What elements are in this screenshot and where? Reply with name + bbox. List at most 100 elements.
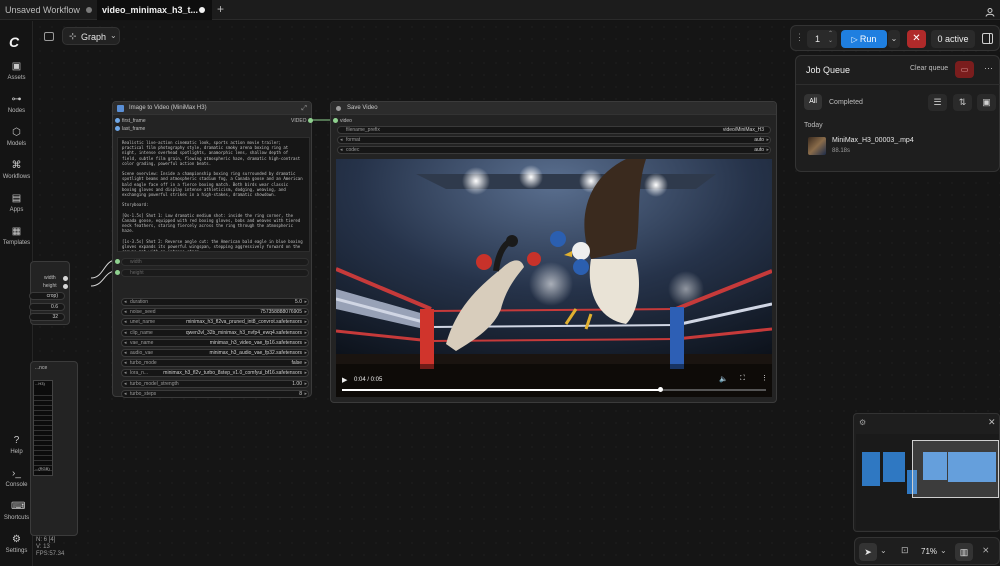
- tool-chevron-icon[interactable]: ⌄: [880, 546, 887, 555]
- zoom-level[interactable]: 71%: [921, 547, 937, 556]
- sidebar-item-help[interactable]: ? Help: [0, 435, 33, 455]
- arrow-right-icon[interactable]: ▸: [304, 340, 307, 346]
- video-progress-bar[interactable]: [342, 387, 766, 392]
- zoom-chevron-icon[interactable]: ⌄: [940, 546, 947, 555]
- more-options-icon[interactable]: ⋯: [984, 63, 993, 74]
- width-input-pin[interactable]: [115, 259, 120, 264]
- first-frame-input-pin[interactable]: [115, 118, 120, 123]
- sidebar-item-shortcuts[interactable]: ⌨ Shortcuts: [0, 501, 33, 521]
- sidebar-item-settings[interactable]: ⚙ Settings: [0, 534, 33, 554]
- filename-prefix-widget[interactable]: filename_prefix video/MiniMax_H3: [337, 126, 771, 134]
- expand-icon[interactable]: ⤢: [301, 102, 307, 115]
- sidebar-item-templates[interactable]: ▦ Templates: [0, 226, 33, 246]
- node-title-bar[interactable]: Save Video: [331, 102, 776, 115]
- minimap-close-icon[interactable]: ✕: [988, 417, 996, 428]
- arrow-right-icon[interactable]: ▸: [304, 360, 307, 366]
- parameter-widget[interactable]: ◂ vae_name minimax_h3_video_vae_fp16.safet…: [121, 338, 309, 347]
- volume-icon[interactable]: 🔈: [719, 375, 728, 383]
- view-mode-icon[interactable]: ▣: [977, 94, 996, 111]
- parameter-widget[interactable]: ◂ clip_name qwen3vl_32b_minimax_h3_nvfp4_e…: [121, 328, 309, 337]
- play-pause-icon[interactable]: ▶: [342, 376, 347, 384]
- sidebar-item-apps[interactable]: ▤ Apps: [0, 193, 33, 213]
- arrow-right-icon[interactable]: ▸: [304, 381, 307, 387]
- parameter-widget[interactable]: ◂ turbo_steps 8 ▸: [121, 389, 309, 398]
- video-player[interactable]: ▶ 0:04 / 0:05 🔈 ⛶ ⋮: [336, 159, 772, 397]
- prompt-textarea[interactable]: Realistic live-action cinematic look, sp…: [117, 137, 310, 252]
- arrow-left-icon[interactable]: ◂: [124, 299, 127, 305]
- filter-all-tab[interactable]: All: [804, 94, 822, 110]
- user-icon[interactable]: [985, 4, 995, 17]
- run-options-button[interactable]: ⌄: [888, 30, 900, 48]
- value-widget-2[interactable]: 32: [29, 313, 65, 321]
- arrow-left-icon[interactable]: ◂: [124, 319, 127, 325]
- select-tool-button[interactable]: ➤: [859, 543, 877, 561]
- arrow-right-icon[interactable]: ▸: [304, 299, 307, 305]
- parameter-widget[interactable]: ◂ unet_name minimax_h3_fl2va_pruned_int8_c…: [121, 318, 309, 327]
- codec-widget[interactable]: ◂ codec auto ▸: [337, 146, 771, 154]
- filter-completed-tab[interactable]: Completed: [829, 99, 863, 106]
- link-visibility-icon[interactable]: ⨯: [982, 545, 990, 556]
- crop-widget[interactable]: crop): [29, 292, 65, 300]
- arrow-left-icon[interactable]: ◂: [124, 330, 127, 336]
- node-title-bar[interactable]: Image to Video (MiniMax H3) ⤢: [113, 102, 311, 115]
- arrow-right-icon[interactable]: ▸: [304, 319, 307, 325]
- arrow-left-icon[interactable]: ◂: [124, 381, 127, 387]
- graph-canvas[interactable]: ⊹ Graph ⌄ ⋮⋮ 1 ⌃ ⌄ ▷ Run ⌄ ✕ 0 active Job…: [29, 21, 1000, 566]
- sidebar-item-workflows[interactable]: ⌘ Workflows: [0, 160, 33, 180]
- fit-view-icon[interactable]: ⊡: [901, 545, 909, 556]
- new-tab-plus-icon[interactable]: +: [217, 2, 224, 16]
- stepper-icon[interactable]: ⌃ ⌄: [828, 31, 833, 45]
- height-input-pin[interactable]: [115, 270, 120, 275]
- video-output-pin[interactable]: [308, 118, 313, 123]
- cancel-run-button[interactable]: ✕: [907, 30, 926, 48]
- parameter-widget[interactable]: ◂ duration 5.0 ▸: [121, 298, 309, 306]
- arrow-left-icon[interactable]: ◂: [124, 350, 127, 356]
- comfy-logo-icon[interactable]: C: [9, 34, 19, 50]
- video-more-icon[interactable]: ⋮: [761, 374, 768, 382]
- arrow-right-icon[interactable]: ▸: [766, 147, 769, 153]
- minimap-toggle-button[interactable]: ▥: [955, 543, 973, 561]
- format-widget[interactable]: ◂ format auto ▸: [337, 136, 771, 144]
- width-widget[interactable]: width: [121, 258, 309, 266]
- parameter-widget[interactable]: ◂ noise_seed 757358888076905 ▸: [121, 308, 309, 317]
- arrow-left-icon[interactable]: ◂: [340, 137, 343, 143]
- panel-toggle-icon[interactable]: [44, 32, 54, 41]
- tab-video-workflow[interactable]: video_minimax_h3_t...: [97, 0, 212, 20]
- parameter-widget[interactable]: ◂ audio_vae minimax_h3_audio_vae_fp32.safe…: [121, 349, 309, 357]
- image-to-video-node[interactable]: Image to Video (MiniMax H3) ⤢ first_fram…: [112, 101, 313, 398]
- width-output-pin[interactable]: [63, 276, 68, 281]
- filter-list-icon[interactable]: ☰: [928, 94, 947, 111]
- clear-queue-button[interactable]: Clear queue: [910, 65, 948, 72]
- fullscreen-icon[interactable]: ⛶: [740, 375, 745, 383]
- arrow-left-icon[interactable]: ◂: [124, 309, 127, 315]
- height-output-pin[interactable]: [63, 284, 68, 289]
- toggle-panel-icon[interactable]: [982, 33, 993, 44]
- minimap-settings-icon[interactable]: ⚙: [859, 418, 866, 427]
- arrow-right-icon[interactable]: ▸: [304, 330, 307, 336]
- clear-queue-icon-button[interactable]: ▭: [955, 61, 974, 78]
- arrow-right-icon[interactable]: ▸: [304, 309, 307, 315]
- video-input-pin[interactable]: [333, 118, 338, 123]
- arrow-left-icon[interactable]: ◂: [124, 391, 127, 397]
- parameter-widget[interactable]: ◂ turbo_mode false ▸: [121, 359, 309, 368]
- arrow-left-icon[interactable]: ◂: [124, 370, 127, 376]
- arrow-right-icon[interactable]: ▸: [766, 137, 769, 143]
- arrow-right-icon[interactable]: ▸: [304, 391, 307, 397]
- graph-selector[interactable]: ⊹ Graph ⌄: [62, 27, 120, 45]
- sidebar-item-models[interactable]: ⬡ Models: [0, 127, 33, 147]
- minimap-view[interactable]: [856, 434, 999, 530]
- video-progress-knob[interactable]: [658, 387, 663, 392]
- size-node[interactable]: width height crop) 0.6 32: [29, 261, 70, 325]
- arrow-left-icon[interactable]: ◂: [124, 340, 127, 346]
- sidebar-item-console[interactable]: ›_ Console: [0, 468, 33, 488]
- active-jobs-button[interactable]: 0 active: [931, 30, 975, 48]
- tab-unsaved-workflow[interactable]: Unsaved Workflow: [0, 0, 96, 20]
- arrow-right-icon[interactable]: ▸: [304, 350, 307, 356]
- run-button[interactable]: ▷ Run: [841, 30, 887, 48]
- preview-node[interactable]: ...nce ...H3) ...(RGB): [30, 361, 78, 536]
- sidebar-item-nodes[interactable]: ⊶ Nodes: [0, 94, 33, 114]
- arrow-left-icon[interactable]: ◂: [124, 360, 127, 366]
- minimap-panel[interactable]: ⚙ ✕: [853, 413, 1000, 532]
- minimap-viewport[interactable]: [912, 440, 999, 498]
- sidebar-item-assets[interactable]: ▣ Assets: [0, 61, 33, 81]
